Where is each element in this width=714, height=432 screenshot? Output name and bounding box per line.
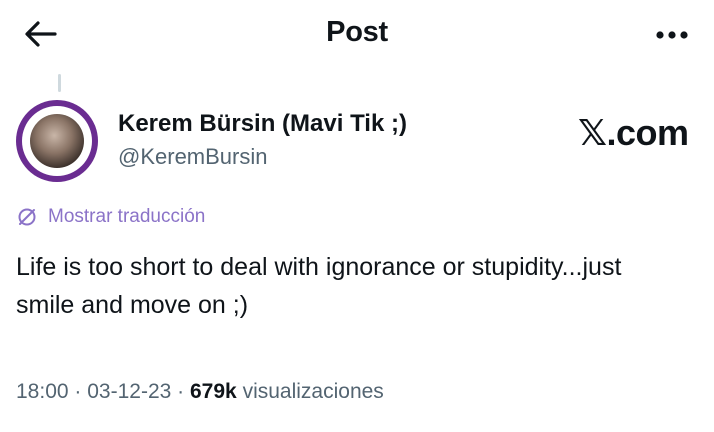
thread-connector-line: [58, 74, 61, 92]
meta-separator: ·: [74, 380, 82, 403]
post-date[interactable]: 03-12-23: [87, 380, 171, 403]
avatar-photo: [30, 114, 84, 168]
post-time[interactable]: 18:00: [16, 380, 69, 403]
top-bar: Post: [0, 0, 714, 68]
more-horizontal-icon: [656, 31, 688, 39]
show-translation-label: Mostrar traducción: [48, 206, 206, 227]
meta-separator: ·: [177, 380, 185, 403]
show-translation-link[interactable]: Mostrar traducción: [16, 206, 205, 228]
post-text: Life is too short to deal with ignorance…: [16, 253, 622, 319]
globe-slash-icon: [18, 208, 36, 226]
views-label[interactable]: visualizaciones: [243, 380, 384, 403]
author-display-name[interactable]: Kerem Bürsin (Mavi Tik ;): [118, 110, 407, 138]
author-handle[interactable]: @KeremBursin: [118, 144, 268, 170]
views-count[interactable]: 679k: [190, 380, 237, 403]
post-meta: 18:00 · 03-12-23 · 679k visualizaciones: [16, 380, 384, 404]
more-options-button[interactable]: [650, 18, 694, 52]
page-title: Post: [326, 16, 388, 48]
watermark-logo: 𝕏.com: [578, 112, 689, 153]
avatar[interactable]: [16, 100, 98, 182]
